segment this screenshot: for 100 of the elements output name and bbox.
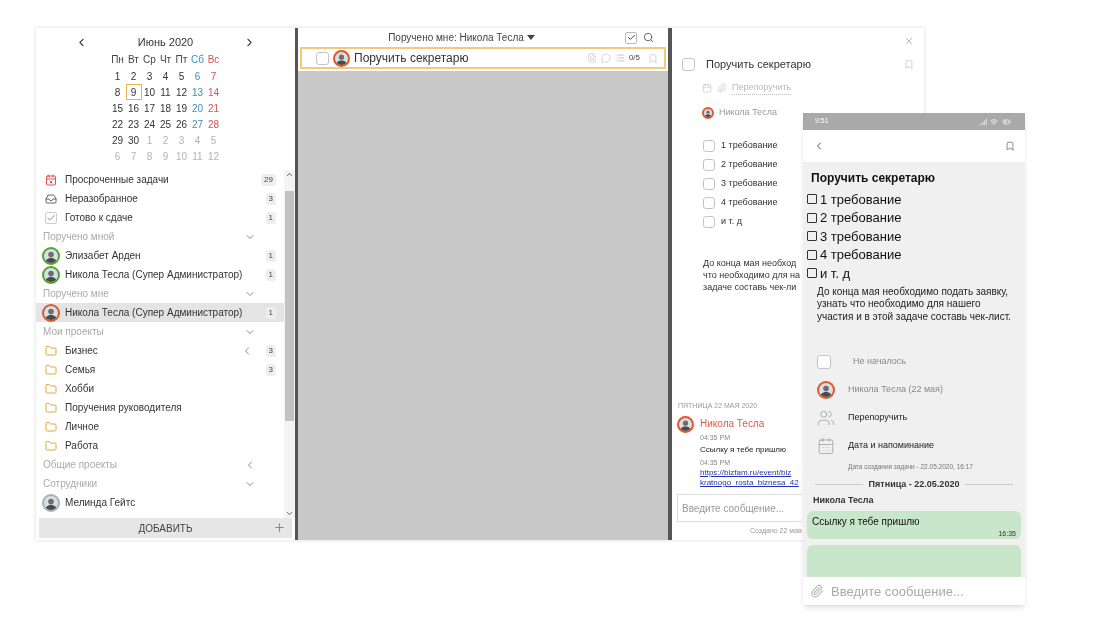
scroll-up-icon[interactable] — [285, 170, 294, 179]
sidebar-item[interactable]: Неразобранное 3 — [36, 189, 284, 208]
task-title: Поручить секретарю — [706, 56, 812, 72]
scroll-down-icon[interactable] — [285, 509, 294, 518]
assignee-name: Никола Тесла — [719, 106, 777, 120]
calendar-day[interactable]: 17 — [141, 100, 158, 116]
task-title: Поручить секретарю — [810, 170, 937, 187]
scroll-thumb[interactable] — [285, 191, 294, 421]
folder-icon — [45, 401, 57, 414]
calendar-day[interactable]: 15 — [109, 100, 126, 116]
calendar-day[interactable]: 11 — [157, 84, 174, 100]
checkbox[interactable] — [807, 231, 817, 242]
calendar-day[interactable]: 3 — [141, 68, 158, 84]
assignee-name: Никола Тесла (22 мая) — [848, 383, 943, 397]
sidebar-item[interactable]: Личное — [36, 417, 284, 436]
calendar-day[interactable]: 5 — [173, 68, 190, 84]
calendar-day[interactable]: 10 — [141, 84, 158, 100]
calendar-day[interactable]: 19 — [173, 100, 190, 116]
sidebar-item[interactable]: Бизнес 3 — [36, 341, 284, 360]
show-done-toggle[interactable] — [625, 31, 637, 44]
sidebar-item[interactable]: Мелинда Гейтс — [36, 493, 284, 512]
calendar-day[interactable]: 27 — [189, 116, 206, 132]
calendar-cross-icon — [45, 173, 57, 186]
calendar-day[interactable]: 23 — [125, 116, 142, 132]
message-input[interactable]: Введите сообщение... — [677, 494, 802, 522]
bookmark-icon[interactable] — [904, 58, 914, 70]
count-badge: 1 — [265, 211, 276, 224]
sidebar-item[interactable]: Хобби — [36, 379, 284, 398]
action-item[interactable]: Перепоручить — [817, 409, 1025, 427]
item-label: Просроченные задачи — [65, 173, 170, 187]
bookmark-icon[interactable] — [1005, 140, 1015, 152]
calendar-day[interactable]: 8 — [109, 84, 126, 100]
checklist-item: 4 требование — [721, 195, 778, 209]
description-line: что необходимо для на — [703, 269, 801, 281]
sidebar-item[interactable]: Никола Тесла (Супер Администратор) 1 — [36, 303, 284, 322]
sidebar-item[interactable]: Поручения руководителя — [36, 398, 284, 417]
folder-icon — [45, 344, 57, 357]
folder-icon — [45, 420, 57, 433]
date-separator: Пятница - 22.05.2020 — [868, 477, 960, 491]
scrollbar[interactable] — [284, 170, 295, 518]
calendar-day[interactable]: 28 — [205, 116, 222, 132]
checkbox[interactable] — [807, 194, 817, 205]
sidebar-item[interactable]: Никола Тесла (Супер Администратор) 1 — [36, 265, 284, 284]
item-label: Бизнес — [65, 344, 99, 358]
avatar — [333, 49, 350, 67]
calendar-day[interactable]: 21 — [205, 100, 222, 116]
sidebar-item[interactable]: Работа — [36, 436, 284, 455]
message-text: Ссылку я тебе пришлю — [700, 443, 787, 456]
calendar-day[interactable]: 4 — [157, 68, 174, 84]
sidebar-item[interactable]: Готово к сдаче 1 — [36, 208, 284, 227]
calendar-day[interactable]: 20 — [189, 100, 206, 116]
weekday-label: Ср — [142, 53, 157, 67]
sidebar-item[interactable]: Просроченные задачи 29 — [36, 170, 284, 189]
calendar-day[interactable]: 13 — [189, 84, 206, 100]
calendar-day[interactable]: 7 — [205, 68, 222, 84]
calendar-day[interactable]: 14 — [205, 84, 222, 100]
calendar-day[interactable]: 1 — [109, 68, 126, 84]
checkbox[interactable] — [807, 249, 817, 260]
caret-icon — [526, 35, 535, 40]
calendar-day[interactable]: 2 — [125, 68, 142, 84]
item-label: Неразобранное — [65, 192, 139, 206]
close-icon[interactable] — [904, 36, 914, 46]
calendar-day[interactable]: 22 — [109, 116, 126, 132]
calendar-day[interactable]: 29 — [109, 132, 126, 148]
count-badge: 1 — [265, 268, 276, 281]
weekday-label: Пн — [110, 53, 125, 67]
folder-icon — [45, 439, 57, 452]
status-label: Не началось — [853, 355, 907, 369]
sidebar-item[interactable]: Элизабет Арден 1 — [36, 246, 284, 265]
bookmark-icon[interactable] — [648, 52, 658, 64]
checkbox[interactable] — [807, 212, 817, 223]
paperclip-icon[interactable] — [810, 584, 824, 598]
message-text: Ссылку я тебе пришлю — [812, 514, 921, 529]
search-icon[interactable] — [643, 32, 654, 43]
calendar-day[interactable]: 16 — [125, 100, 142, 116]
people-icon — [817, 409, 835, 427]
paperclip-icon[interactable] — [717, 83, 727, 93]
calendar-day[interactable]: 26 — [173, 116, 190, 132]
checkbox[interactable] — [807, 268, 817, 279]
message-input[interactable]: Введите сообщение... — [831, 577, 1025, 605]
calendar-day[interactable]: 9 — [125, 84, 142, 100]
weekday-label: Вт — [127, 53, 140, 67]
add-button[interactable]: ДОБАВИТЬ — [39, 518, 292, 538]
calendar-day[interactable]: 12 — [173, 84, 190, 100]
calendar-day[interactable]: 6 — [189, 68, 206, 84]
calendar-day[interactable]: 24 — [141, 116, 158, 132]
count-badge: 29 — [261, 173, 276, 186]
check-icon — [626, 33, 636, 42]
calendar-day[interactable]: 18 — [157, 100, 174, 116]
count-badge: 1 — [265, 249, 276, 262]
description-line: задаче составь чек-ли — [703, 281, 797, 293]
calendar-day[interactable]: 25 — [157, 116, 174, 132]
sidebar-item[interactable]: Семья 3 — [36, 360, 284, 379]
calendar-day[interactable]: 30 — [125, 132, 142, 148]
signal-icon — [979, 117, 987, 126]
count-badge: 3 — [265, 344, 276, 357]
message-link[interactable]: https://bizfam.ru/event/biz kratnogo_rosta_biznesa_42 — [700, 468, 799, 488]
action-item[interactable]: Дата и напоминание — [817, 437, 1025, 455]
task-row[interactable]: Поручить секретарю 0/5 — [300, 47, 666, 69]
calendar-icon[interactable] — [702, 83, 712, 93]
